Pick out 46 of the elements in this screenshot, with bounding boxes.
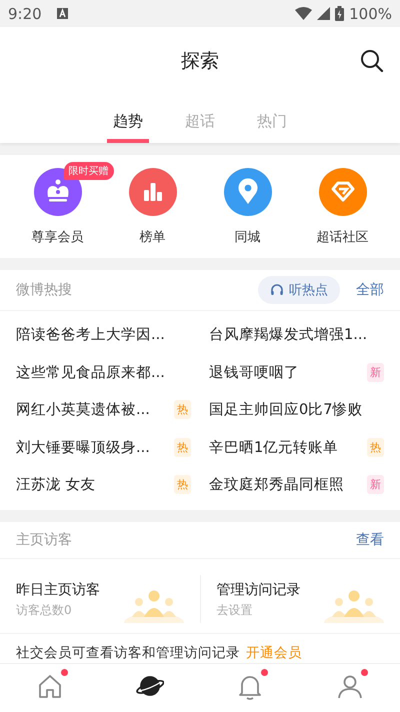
topic-badge: 新	[367, 475, 384, 494]
trending-topic[interactable]: 台风摩羯爆发式增强1...	[209, 325, 368, 344]
headphones-icon	[270, 283, 284, 297]
battery-icon	[335, 6, 344, 21]
shortcut-icon[interactable]	[224, 168, 272, 216]
view-link[interactable]: 查看	[356, 530, 384, 548]
trending-topic[interactable]: 退钱哥哽咽了	[209, 362, 299, 382]
tab[interactable]: 趋势	[107, 95, 149, 143]
visitor-card[interactable]: 管理访问记录 去设置	[200, 574, 400, 622]
wifi-icon	[295, 7, 312, 20]
trending-topic[interactable]: 这些常见食品原来都...	[16, 362, 165, 382]
status-time: 9:20	[8, 4, 42, 22]
trending-topic[interactable]: 汪苏泷 女友	[16, 475, 96, 494]
section-title: 微博热搜	[16, 281, 72, 299]
topic-badge: 热	[174, 475, 191, 494]
trending-topic[interactable]: 网红小英莫遗体被...	[16, 400, 150, 420]
card-title: 昨日主页访客	[16, 580, 100, 598]
trending-topic[interactable]: 金玟庭郑秀晶同框照	[209, 475, 344, 494]
promo-text: 社交会员可查看访客和管理访问记录	[16, 644, 240, 662]
notification-icon	[56, 8, 68, 19]
card-subtitle: 去设置	[216, 602, 254, 618]
shortcut-icon[interactable]	[128, 168, 176, 216]
search-icon[interactable]	[360, 49, 384, 73]
trending-topic[interactable]: 陪读爸爸考上大学因...	[16, 325, 165, 344]
shortcut-label[interactable]: 同城	[234, 228, 260, 246]
listen-button[interactable]: 听热点	[258, 276, 340, 304]
shortcut-label[interactable]: 榜单	[140, 228, 166, 246]
shortcut-icon[interactable]	[318, 168, 366, 216]
all-link[interactable]: 全部	[356, 281, 384, 299]
topic-badge: 热	[174, 400, 191, 420]
section-title: 主页访客	[16, 530, 72, 548]
page-title: 探索	[181, 49, 219, 74]
trending-topic[interactable]: 刘大锤要曝顶级身...	[16, 438, 150, 457]
topic-badge: 热	[367, 438, 384, 457]
topic-badge: 新	[367, 362, 384, 382]
promo-badge: 限时买赠	[64, 162, 114, 180]
trending-topic[interactable]: 国足主帅回应0比7惨败	[209, 400, 362, 420]
visitor-card[interactable]: 昨日主页访客 访客总数0	[0, 574, 200, 622]
card-title: 管理访问记录	[216, 580, 300, 598]
shortcut-label[interactable]: 超话社区	[316, 228, 368, 246]
shortcut-label[interactable]: 尊享会员	[32, 228, 84, 246]
battery-level: 100%	[349, 4, 392, 22]
topic-badge: 热	[174, 438, 191, 457]
signal-icon	[317, 7, 330, 20]
trending-topic[interactable]: 辛巴晒1亿元转账单	[209, 438, 338, 457]
card-subtitle: 访客总数0	[16, 602, 73, 618]
